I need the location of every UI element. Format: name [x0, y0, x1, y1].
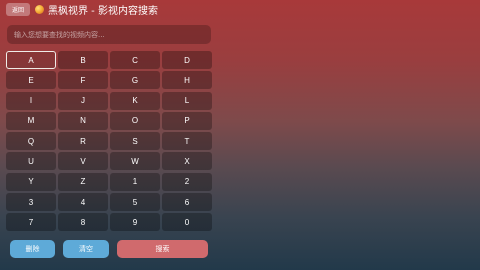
key-1[interactable]: 1: [110, 172, 160, 191]
key-a[interactable]: A: [6, 51, 56, 69]
key-l[interactable]: L: [162, 91, 212, 110]
back-button[interactable]: 返回: [6, 2, 30, 16]
key-y[interactable]: Y: [6, 172, 56, 191]
key-i[interactable]: I: [6, 91, 56, 110]
key-9[interactable]: 9: [110, 213, 160, 232]
key-h[interactable]: H: [162, 71, 212, 90]
key-m[interactable]: M: [6, 111, 56, 130]
search-box[interactable]: [7, 25, 211, 44]
delete-button[interactable]: 删除: [10, 240, 55, 258]
key-6[interactable]: 6: [162, 193, 212, 212]
top-bar: 返回 黑枫视界 - 影视内容搜索: [6, 2, 158, 17]
clear-button[interactable]: 清空: [63, 240, 109, 258]
key-0[interactable]: 0: [162, 213, 212, 232]
key-k[interactable]: K: [110, 91, 160, 110]
key-w[interactable]: W: [110, 152, 160, 171]
key-q[interactable]: Q: [6, 132, 56, 151]
key-4[interactable]: 4: [58, 193, 108, 212]
on-screen-keyboard: ABCD EFGH IJKL MNOP QRST UVWX YZ12 3456 7890: [6, 51, 212, 232]
key-e[interactable]: E: [6, 71, 56, 90]
key-r[interactable]: R: [58, 132, 108, 151]
search-input[interactable]: [14, 30, 211, 39]
key-o[interactable]: O: [110, 111, 160, 130]
key-t[interactable]: T: [162, 132, 212, 151]
key-j[interactable]: J: [58, 91, 108, 110]
key-v[interactable]: V: [58, 152, 108, 171]
key-u[interactable]: U: [6, 152, 56, 171]
key-7[interactable]: 7: [6, 213, 56, 232]
key-s[interactable]: S: [110, 132, 160, 151]
key-b[interactable]: B: [58, 51, 108, 69]
key-d[interactable]: D: [162, 51, 212, 69]
key-f[interactable]: F: [58, 71, 108, 90]
key-5[interactable]: 5: [110, 193, 160, 212]
key-x[interactable]: X: [162, 152, 212, 171]
key-z[interactable]: Z: [58, 172, 108, 191]
page-title: 黑枫视界 - 影视内容搜索: [48, 5, 158, 17]
maple-logo-icon: [35, 4, 44, 14]
search-button[interactable]: 搜索: [117, 240, 208, 258]
key-3[interactable]: 3: [6, 193, 56, 212]
key-c[interactable]: C: [110, 51, 160, 69]
key-g[interactable]: G: [110, 71, 160, 90]
key-n[interactable]: N: [58, 111, 108, 130]
key-p[interactable]: P: [162, 111, 212, 130]
key-2[interactable]: 2: [162, 172, 212, 191]
key-8[interactable]: 8: [58, 213, 108, 232]
